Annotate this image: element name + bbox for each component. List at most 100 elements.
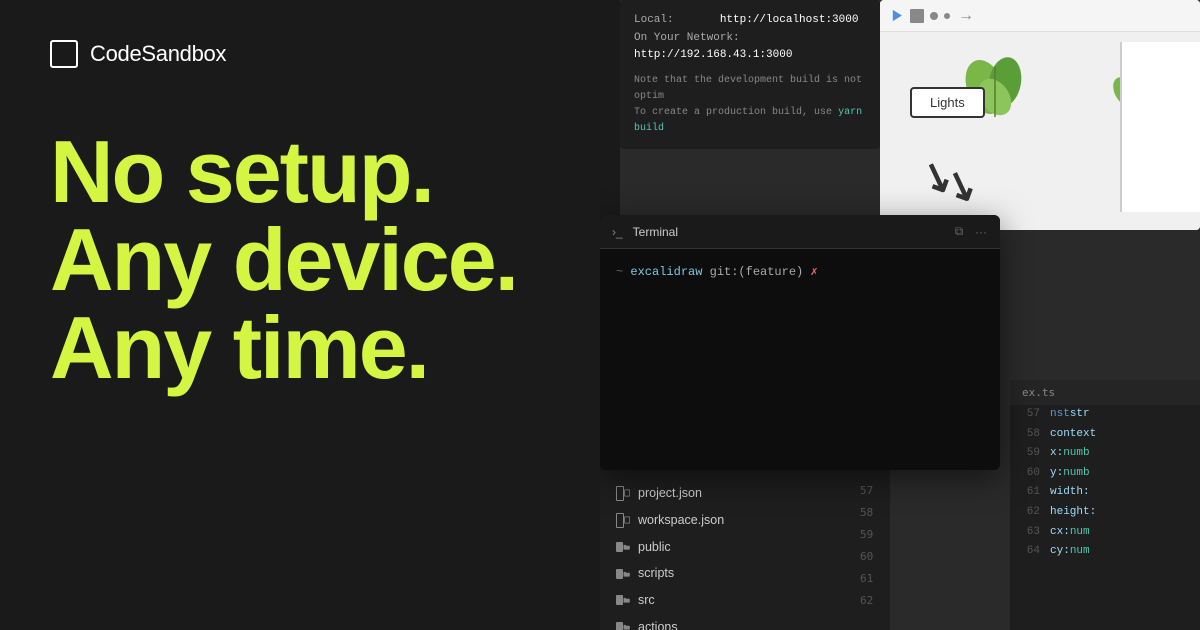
terminal-actions: ⧉ ··· [952, 225, 988, 239]
ln-60: 60 [1018, 465, 1040, 483]
code-line-63: 63 cx: num [1010, 523, 1200, 543]
lights-button[interactable]: Lights [910, 87, 985, 118]
ln57: 57 [860, 480, 890, 502]
code-const: nst [1050, 406, 1070, 424]
line-numbers: 57 58 59 60 61 62 [860, 480, 890, 630]
ln-58: 58 [1018, 426, 1040, 444]
code-line-59: 59 x: numb [1010, 444, 1200, 464]
folder-name-src: src [638, 591, 655, 610]
code-context: context [1050, 426, 1096, 444]
ln58: 58 [860, 502, 890, 524]
hero-line1: No setup. [50, 128, 570, 216]
file-list: project.json workspace.json public [600, 480, 860, 630]
folder-item-actions[interactable]: actions [600, 614, 860, 630]
dev-server-panel: Local: http://localhost:3000 On Your Net… [620, 0, 880, 149]
file-tree-content: project.json workspace.json public [600, 480, 890, 630]
right-panel: Local: http://localhost:3000 On Your Net… [600, 0, 1200, 630]
play-icon[interactable] [890, 9, 904, 23]
folder-icon-scripts [616, 567, 630, 581]
code-y-type: numb [1063, 465, 1089, 483]
file-name-workspace: workspace.json [638, 511, 724, 530]
hero-line3: Any time. [50, 304, 570, 392]
folder-icon-actions [616, 620, 630, 630]
folder-icon-src [616, 593, 630, 607]
arrow-right-icon: → [958, 8, 974, 24]
folder-icon-public [616, 540, 630, 554]
terminal-prompt-line: ~ excalidraw git:(feature) ✗ [616, 263, 984, 281]
folder-name-actions: actions [638, 618, 678, 630]
code-cx: cx: [1050, 524, 1070, 542]
hero-section: CodeSandbox No setup. Any device. Any ti… [0, 0, 620, 630]
terminal-titlebar: ›_ Terminal ⧉ ··· [600, 215, 1000, 249]
code-y: y: [1050, 465, 1063, 483]
code-line-60: 60 y: numb [1010, 464, 1200, 484]
code-panel: ex.ts 57 nst str 58 context 59 x: numb 6… [1010, 380, 1200, 630]
folder-item-public[interactable]: public [600, 534, 860, 561]
logo-text: CodeSandbox [90, 41, 226, 67]
dot-icon[interactable] [930, 12, 938, 20]
local-url: http://localhost:3000 [720, 14, 859, 26]
code-line-62: 62 height: [1010, 503, 1200, 523]
design-panel: → Lights ↘↘ [880, 0, 1200, 230]
square-icon[interactable] [910, 9, 924, 23]
dev-note2: To create a production build, use yarn b… [634, 105, 866, 137]
design-canvas: Lights ↘↘ [880, 32, 1200, 230]
folder-name-public: public [638, 538, 671, 557]
folder-item-src[interactable]: src [600, 587, 860, 614]
hero-text: No setup. Any device. Any time. [50, 128, 570, 392]
dev-server-output: Local: http://localhost:3000 On Your Net… [634, 12, 866, 137]
terminal-branch: git:(feature) [710, 265, 811, 279]
hero-line2: Any device. [50, 216, 570, 304]
dev-note1: Note that the development build is not o… [634, 73, 866, 105]
folder-item-scripts[interactable]: scripts [600, 560, 860, 587]
arrow-decoration: ↘↘ [915, 152, 977, 207]
terminal-tilde: ~ [616, 265, 623, 279]
dot2-icon [944, 13, 950, 19]
logo-icon [50, 40, 78, 68]
code-cx-type: num [1070, 524, 1090, 542]
terminal-expand-btn[interactable]: ⧉ [952, 225, 966, 239]
network-url: http://192.168.43.1:3000 [634, 49, 792, 61]
file-tree-panel: project.json workspace.json public [600, 470, 890, 630]
folder-name-scripts: scripts [638, 564, 674, 583]
terminal-more-btn[interactable]: ··· [974, 225, 988, 239]
ln62: 62 [860, 590, 890, 612]
code-cy: cy: [1050, 543, 1070, 561]
ln-59: 59 [1018, 445, 1040, 463]
network-label: On Your Network: [634, 32, 740, 44]
file-name-project: project.json [638, 484, 702, 503]
terminal-prompt-icon: ›_ [612, 225, 623, 239]
file-icon-workspace [616, 513, 630, 527]
ln-64: 64 [1018, 543, 1040, 561]
code-x-type: numb [1063, 445, 1089, 463]
code-str: str [1070, 406, 1090, 424]
design-toolbar: → [880, 0, 1200, 32]
terminal-panel: ›_ Terminal ⧉ ··· ~ excalidraw git:(feat… [600, 215, 1000, 470]
terminal-title: Terminal [633, 225, 944, 239]
code-x: x: [1050, 445, 1063, 463]
ln-63: 63 [1018, 524, 1040, 542]
logo-area: CodeSandbox [50, 40, 570, 68]
code-line-58: 58 context [1010, 425, 1200, 445]
code-line-64: 64 cy: num [1010, 542, 1200, 562]
terminal-x-mark: ✗ [810, 265, 817, 279]
ln59: 59 [860, 524, 890, 546]
white-card [1120, 42, 1200, 212]
code-line-61: 61 width: [1010, 483, 1200, 503]
code-cy-type: num [1070, 543, 1090, 561]
file-icon-project [616, 486, 630, 500]
file-item-project-json[interactable]: project.json [600, 480, 860, 507]
ln61: 61 [860, 568, 890, 590]
terminal-dir: excalidraw [630, 265, 702, 279]
code-panel-header: ex.ts [1010, 380, 1200, 405]
ln-57: 57 [1018, 406, 1040, 424]
file-item-workspace-json[interactable]: workspace.json [600, 507, 860, 534]
code-height: height: [1050, 504, 1096, 522]
ln60: 60 [860, 546, 890, 568]
local-label: Local: [634, 14, 674, 26]
ln-62: 62 [1018, 504, 1040, 522]
code-width: width: [1050, 484, 1090, 502]
ln-61: 61 [1018, 484, 1040, 502]
code-line-57: 57 nst str [1010, 405, 1200, 425]
terminal-body: ~ excalidraw git:(feature) ✗ [600, 249, 1000, 295]
